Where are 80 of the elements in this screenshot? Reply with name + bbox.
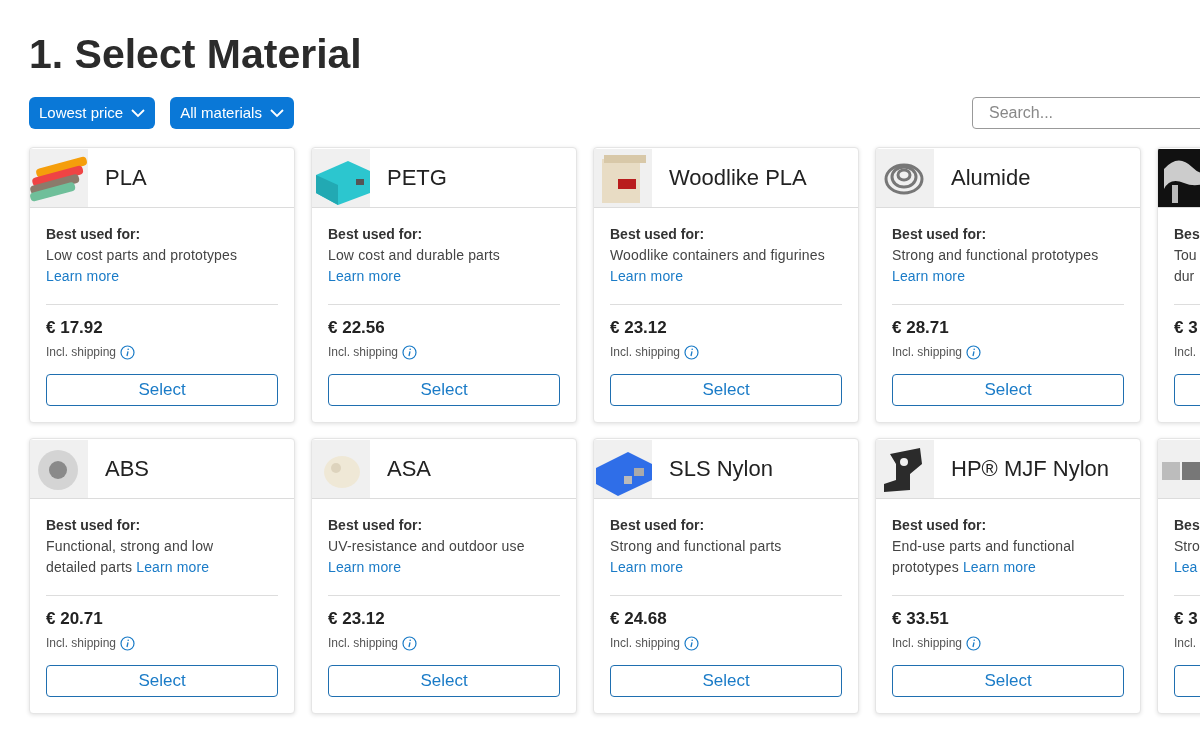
select-button[interactable]: Select <box>610 374 842 406</box>
material-name: PLA <box>105 164 147 192</box>
material-name: ASA <box>387 455 432 483</box>
select-button[interactable]: Select <box>892 374 1124 406</box>
best-used-label: Bes <box>1174 516 1200 535</box>
best-used-label: Best used for: <box>892 516 987 535</box>
description: End-use parts and functional prototypes Learn more <box>892 537 1076 577</box>
description: Woodlike containers and figurines Learn more <box>610 246 826 286</box>
learn-more-link[interactable]: Lea <box>1174 557 1198 578</box>
description: dur <box>1174 267 1195 286</box>
description: Low cost and durable parts Learn more <box>328 246 501 286</box>
info-icon[interactable] <box>120 635 136 651</box>
learn-more-link[interactable]: Learn more <box>892 268 966 284</box>
info-icon[interactable] <box>966 344 982 360</box>
learn-more-link[interactable]: Learn more <box>136 559 210 575</box>
best-used-label: Bes <box>1174 225 1200 244</box>
select-button[interactable]: Select <box>892 665 1124 697</box>
shipping-note: Incl. shipping <box>328 344 399 361</box>
info-icon[interactable] <box>402 344 418 360</box>
price: € 23.12 <box>610 317 667 339</box>
select-button[interactable]: Select <box>46 665 278 697</box>
description: Low cost parts and prototypes Learn more <box>46 246 239 286</box>
shipping-note: Incl. shipping <box>610 344 681 361</box>
material-name: HP® MJF Nylon <box>951 455 1109 483</box>
learn-more-link[interactable]: Learn more <box>610 559 684 575</box>
price: € 3 <box>1174 317 1198 339</box>
shipping-note: Incl. shipping <box>892 635 963 652</box>
info-icon[interactable] <box>684 344 700 360</box>
best-used-label: Best used for: <box>610 516 705 535</box>
search-field[interactable]: Search... <box>972 97 1200 129</box>
description: Strong and functional prototypes Learn more <box>892 246 1100 286</box>
shipping-note: Incl. <box>1174 635 1196 652</box>
learn-more-link[interactable]: Learn more <box>610 268 684 284</box>
price: € 17.92 <box>46 317 103 339</box>
learn-more-link[interactable]: Learn more <box>328 559 402 575</box>
page-title: 1. Select Material <box>29 30 362 79</box>
material-name: ABS <box>105 455 150 483</box>
shipping-note: Incl. <box>1174 344 1196 361</box>
learn-more-link[interactable]: Learn more <box>328 268 402 284</box>
best-used-label: Best used for: <box>328 225 423 244</box>
select-button[interactable]: Select <box>328 665 560 697</box>
best-used-label: Best used for: <box>328 516 423 535</box>
material-name: Woodlike PLA <box>669 164 807 192</box>
price: € 22.56 <box>328 317 385 339</box>
shipping-note: Incl. shipping <box>46 344 117 361</box>
select-button[interactable]: Select <box>46 374 278 406</box>
description: Functional, strong and low detailed parts Learn more <box>46 537 215 577</box>
shipping-note: Incl. shipping <box>892 344 963 361</box>
info-icon[interactable] <box>402 635 418 651</box>
material-name: Alumide <box>951 164 1031 192</box>
chevron-down-icon <box>131 108 146 118</box>
description: Tou <box>1174 246 1197 265</box>
info-icon[interactable] <box>120 344 136 360</box>
description: UV-resistance and outdoor use Learn more <box>328 537 526 577</box>
filter-dropdown[interactable]: All materials <box>170 97 294 129</box>
info-icon[interactable] <box>966 635 982 651</box>
select-button[interactable]: Select <box>610 665 842 697</box>
description: Strong and functional parts Learn more <box>610 537 783 577</box>
price: € 23.12 <box>328 608 385 630</box>
learn-more-link[interactable]: Learn more <box>46 268 120 284</box>
learn-more-link[interactable]: Learn more <box>962 559 1036 575</box>
filter-dropdown[interactable]: Lowest price <box>29 97 156 129</box>
price: € 3 <box>1174 608 1198 630</box>
best-used-label: Best used for: <box>46 225 141 244</box>
chevron-down-icon <box>269 108 284 118</box>
material-name: PETG <box>387 164 447 192</box>
price: € 28.71 <box>892 317 949 339</box>
select-button[interactable]: Select <box>328 374 560 406</box>
price: € 24.68 <box>610 608 667 630</box>
shipping-note: Incl. shipping <box>46 635 117 652</box>
best-used-label: Best used for: <box>892 225 987 244</box>
shipping-note: Incl. shipping <box>610 635 681 652</box>
info-icon[interactable] <box>684 635 700 651</box>
price: € 33.51 <box>892 608 949 630</box>
material-name: SLS Nylon <box>669 455 773 483</box>
shipping-note: Incl. shipping <box>328 635 399 652</box>
description: Stro <box>1174 537 1200 556</box>
best-used-label: Best used for: <box>46 516 141 535</box>
best-used-label: Best used for: <box>610 225 705 244</box>
price: € 20.71 <box>46 608 103 630</box>
